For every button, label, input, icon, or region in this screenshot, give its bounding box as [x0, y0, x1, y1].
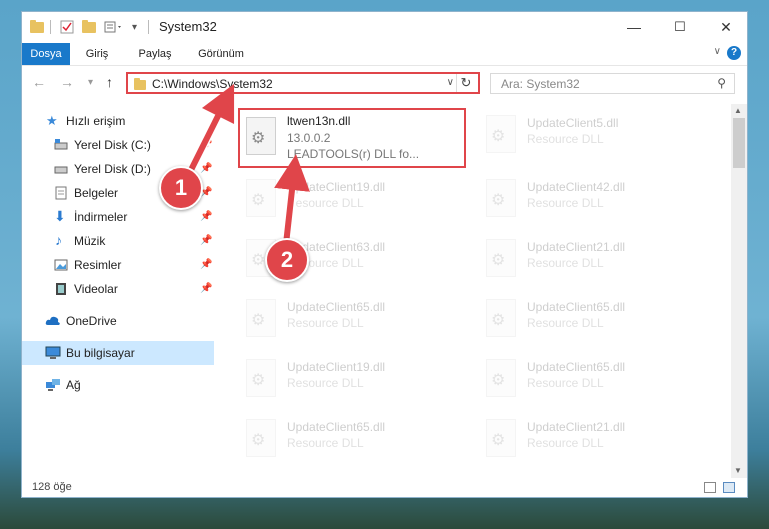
- annotation-arrows: [185, 83, 310, 245]
- step-badge-1: 1: [159, 166, 203, 210]
- step-badge-2: 2: [265, 238, 309, 282]
